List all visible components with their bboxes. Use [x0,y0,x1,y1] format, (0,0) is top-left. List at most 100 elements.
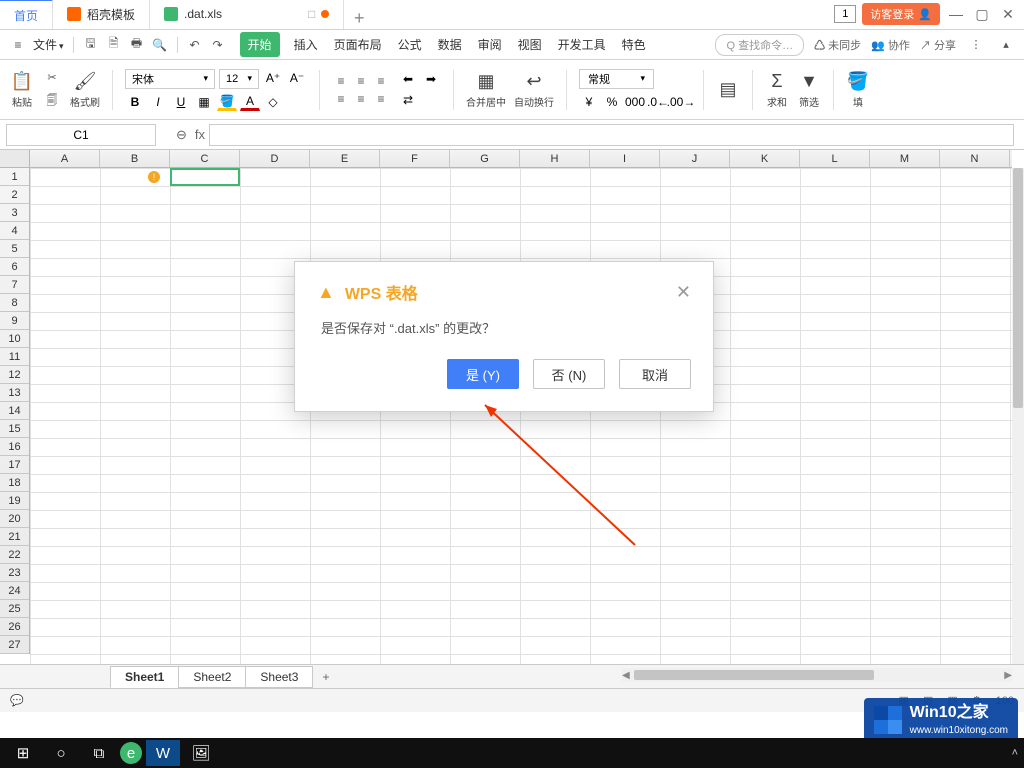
row-header[interactable]: 16 [0,438,29,456]
app-taskbar-icon[interactable]: 🖼 [184,740,218,766]
select-all-corner[interactable] [0,150,30,168]
tab-review[interactable]: 审阅 [476,32,504,57]
sheet-tab-3[interactable]: Sheet3 [245,666,313,688]
hscroll-thumb[interactable] [634,670,874,680]
outdent-icon[interactable]: ⬅ [398,70,418,88]
row-header[interactable]: 25 [0,600,29,618]
tab-template[interactable]: 稻壳模板 [53,0,150,29]
cancel-button[interactable]: 取消 [619,359,691,389]
cut-icon[interactable]: ✂ [42,68,62,88]
formula-input[interactable] [209,124,1014,146]
col-header[interactable]: F [380,150,450,167]
scroll-right-icon[interactable]: ▶ [1004,670,1012,681]
row-header[interactable]: 20 [0,510,29,528]
size-select[interactable]: 12▾ [219,69,259,89]
file-menu[interactable]: 文件▾ [31,32,66,57]
input-mode-icon[interactable]: 💬 [10,694,24,707]
col-header[interactable]: C [170,150,240,167]
row-header[interactable]: 27 [0,636,29,654]
merge-button[interactable]: ▦合并居中 [466,70,506,109]
fill-button[interactable]: 🪣填 [846,70,870,109]
col-header[interactable]: D [240,150,310,167]
indent-icon[interactable]: ➡ [421,70,441,88]
cortana-icon[interactable]: ○ [44,740,78,766]
number-format[interactable]: 常规▾ [579,69,654,89]
row-header[interactable]: 9 [0,312,29,330]
close-button[interactable]: ✕ [998,5,1018,23]
align-br[interactable]: ≡ [372,91,390,107]
row-header[interactable]: 26 [0,618,29,636]
border-button[interactable]: ▦ [194,93,214,111]
align-tr[interactable]: ≡ [372,73,390,89]
row-header[interactable]: 17 [0,456,29,474]
row-header[interactable]: 7 [0,276,29,294]
row-header[interactable]: 3 [0,204,29,222]
row-header[interactable]: 2 [0,186,29,204]
shrink-font-icon[interactable]: A⁻ [287,69,307,87]
percent-button[interactable]: % [602,93,622,111]
row-header[interactable]: 10 [0,330,29,348]
comma-button[interactable]: 000 [625,93,645,111]
window-count-badge[interactable]: 1 [834,5,856,23]
preview-icon[interactable]: 🔍 [150,35,170,55]
row-header[interactable]: 24 [0,582,29,600]
col-header[interactable]: I [590,150,660,167]
zoom-icon[interactable]: ⊖ [176,127,187,143]
maximize-button[interactable]: ▢ [972,5,992,23]
menu-icon[interactable]: ≡ [8,35,28,55]
tab-home[interactable]: 首页 [0,0,53,29]
col-header[interactable]: M [870,150,940,167]
collapse-ribbon-icon[interactable]: ▴ [996,35,1016,55]
login-button[interactable]: 访客登录👤 [862,3,940,25]
align-bl[interactable]: ≡ [332,91,350,107]
row-header[interactable]: 12 [0,366,29,384]
merge-arrow-icon[interactable]: ⇄ [398,91,418,109]
yes-button[interactable]: 是 (Y) [447,359,519,389]
row-header[interactable]: 23 [0,564,29,582]
vertical-scrollbar[interactable] [1012,168,1024,664]
align-tl[interactable]: ≡ [332,73,350,89]
col-header[interactable]: H [520,150,590,167]
start-button[interactable]: ⊞ [6,740,40,766]
active-cell[interactable] [170,168,240,186]
dec-inc-button[interactable]: .0← [648,93,668,111]
copy-icon[interactable]: 🗐 [42,92,62,112]
cells-area[interactable]: ! [30,168,1012,664]
name-box[interactable]: C1 [6,124,156,146]
clear-format-button[interactable]: ◇ [263,93,283,111]
tab-view[interactable]: 视图 [516,32,544,57]
sheet-tab-1[interactable]: Sheet1 [110,666,179,688]
format-brush[interactable]: 🖌格式刷 [70,70,100,109]
no-button[interactable]: 否 (N) [533,359,605,389]
wrap-button[interactable]: ↩自动换行 [514,70,554,109]
tab-start[interactable]: 开始 [240,32,280,57]
col-header[interactable]: E [310,150,380,167]
add-tab-button[interactable]: + [344,8,374,29]
tab-insert[interactable]: 插入 [292,32,320,57]
add-sheet-button[interactable]: + [312,667,339,687]
align-bc[interactable]: ≡ [352,91,370,107]
fill-color-button[interactable]: 🪣 [217,93,237,111]
sheet-tab-2[interactable]: Sheet2 [178,666,246,688]
bold-button[interactable]: B [125,93,145,111]
tray-chevron-icon[interactable]: ˄ [1012,747,1018,759]
redo-icon[interactable]: ↷ [208,35,228,55]
horizontal-scrollbar[interactable]: ◀ ▶ [622,668,1012,682]
collab-button[interactable]: 👥 协作 [871,37,910,53]
row-header[interactable]: 19 [0,492,29,510]
more-icon[interactable]: ⋮ [966,35,986,55]
col-header[interactable]: K [730,150,800,167]
row-header[interactable]: 8 [0,294,29,312]
save-icon[interactable]: 🖫 [81,35,101,55]
row-header[interactable]: 22 [0,546,29,564]
row-header[interactable]: 15 [0,420,29,438]
row-header[interactable]: 6 [0,258,29,276]
command-search[interactable]: Q 查找命令… [715,34,804,56]
col-header[interactable]: J [660,150,730,167]
col-header[interactable]: G [450,150,520,167]
scroll-thumb[interactable] [1013,168,1023,408]
row-header[interactable]: 1 [0,168,29,186]
col-header[interactable]: N [940,150,1010,167]
currency-button[interactable]: ¥ [579,93,599,111]
align-tc[interactable]: ≡ [352,73,370,89]
